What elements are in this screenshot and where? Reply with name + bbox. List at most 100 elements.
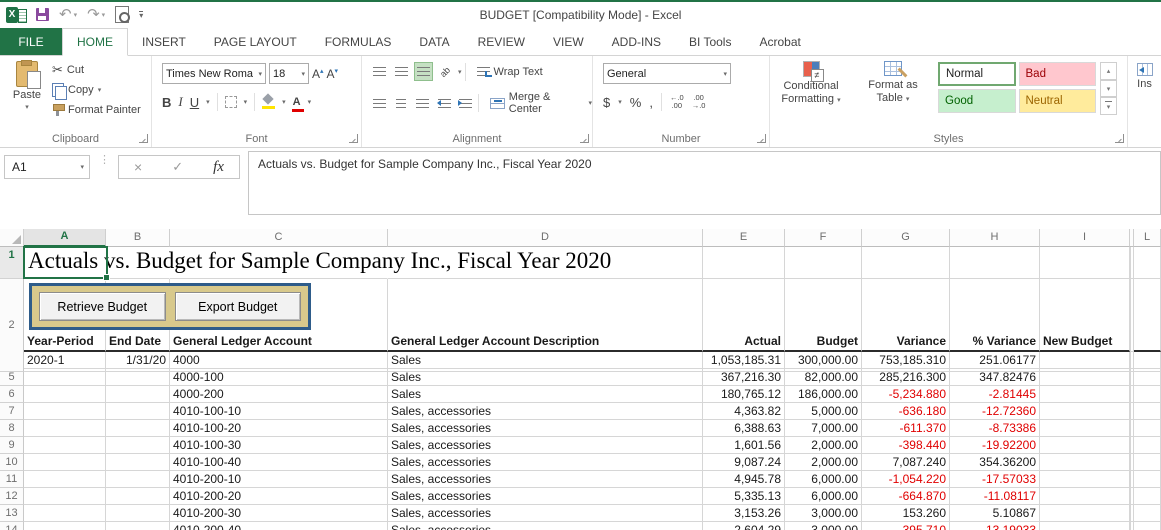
cell-new-budget[interactable] (1040, 420, 1130, 437)
cell-new-budget[interactable] (1040, 471, 1130, 488)
tab-bi-tools[interactable]: BI Tools (675, 28, 745, 55)
align-left-button[interactable] (370, 94, 389, 113)
underline-button[interactable]: U (190, 95, 199, 110)
cell-gl-description[interactable]: Sales, accessories (388, 403, 703, 420)
cell-year-period[interactable] (24, 454, 106, 471)
header-pct-variance[interactable]: % Variance (950, 334, 1040, 352)
cell-end-date[interactable] (106, 454, 170, 471)
font-dialog-launcher[interactable] (349, 134, 358, 143)
format-as-table-button[interactable]: Format asTable ▾ (854, 61, 932, 106)
cell-pct-variance[interactable]: -12.72360 (950, 403, 1040, 420)
decrease-indent-button[interactable] (435, 94, 454, 113)
font-name-dropdown-icon[interactable]: ▾ (258, 70, 262, 78)
cell-gl-account[interactable]: 4010-100-40 (170, 454, 388, 471)
cell-actual[interactable]: 367,216.30 (703, 369, 785, 386)
row-number-1[interactable]: 1 (0, 247, 24, 279)
increase-decimal-button[interactable]: ←.0.00 (670, 94, 684, 110)
cell-actual[interactable]: 9,087.24 (703, 454, 785, 471)
col-header-d[interactable]: D (388, 229, 703, 247)
copy-dropdown-icon[interactable]: ▾ (98, 86, 102, 94)
fill-color-icon[interactable] (262, 95, 275, 109)
cell-variance[interactable]: 7,087.240 (862, 454, 950, 471)
name-box[interactable]: A1 ▾ (4, 155, 90, 179)
row-number[interactable]: 9 (0, 437, 24, 454)
cell-gl-description[interactable]: Sales, accessories (388, 471, 703, 488)
cell-gl-description[interactable]: Sales, accessories (388, 454, 703, 471)
cell-variance[interactable]: 285,216.300 (862, 369, 950, 386)
cell-actual[interactable]: 1,601.56 (703, 437, 785, 454)
align-bottom-button[interactable] (414, 62, 433, 81)
align-center-button[interactable] (392, 94, 411, 113)
cell-pct-variance[interactable]: -8.73386 (950, 420, 1040, 437)
format-painter-button[interactable]: Format Painter (52, 103, 141, 117)
cell-gl-description[interactable]: Sales, accessories (388, 505, 703, 522)
cell-variance[interactable]: 153.260 (862, 505, 950, 522)
style-bad[interactable]: Bad (1019, 62, 1097, 86)
cell-actual[interactable]: 4,363.82 (703, 403, 785, 420)
cell-variance[interactable]: -664.870 (862, 488, 950, 505)
accounting-format-button[interactable]: $ (603, 95, 610, 110)
cell-end-date[interactable]: 1/31/20 (106, 352, 170, 369)
col-header-f[interactable]: F (785, 229, 862, 247)
styles-dialog-launcher[interactable] (1115, 134, 1124, 143)
header-actual[interactable]: Actual (703, 334, 785, 352)
tab-view[interactable]: VIEW (539, 28, 598, 55)
align-middle-button[interactable] (392, 62, 411, 81)
cell-gl-account[interactable]: 4000 (170, 352, 388, 369)
cell-year-period[interactable] (24, 522, 106, 530)
cell-end-date[interactable] (106, 505, 170, 522)
col-header-i[interactable]: I (1040, 229, 1130, 247)
cell-end-date[interactable] (106, 386, 170, 403)
name-box-dropdown-icon[interactable]: ▾ (74, 163, 89, 171)
cell-new-budget[interactable] (1040, 369, 1130, 386)
cell-end-date[interactable] (106, 471, 170, 488)
header-year-period[interactable]: Year-Period (24, 334, 106, 352)
tab-review[interactable]: REVIEW (464, 28, 539, 55)
cancel-entry-button[interactable]: × (134, 159, 142, 175)
cell-gl-description[interactable]: Sales, accessories (388, 420, 703, 437)
col-header-e[interactable]: E (703, 229, 785, 247)
cell-selection-border[interactable] (23, 246, 108, 279)
cell-gl-account[interactable]: 4010-100-20 (170, 420, 388, 437)
col-header-c[interactable]: C (170, 229, 388, 247)
header-gl-description[interactable]: General Ledger Account Description (388, 334, 703, 352)
cell-new-budget[interactable] (1040, 352, 1130, 369)
ft-dropdown-icon[interactable]: ▾ (906, 96, 910, 103)
col-header-g[interactable]: G (862, 229, 950, 247)
header-new-budget[interactable]: New Budget (1040, 334, 1130, 352)
clipboard-dialog-launcher[interactable] (139, 134, 148, 143)
cell-actual[interactable]: 180,765.12 (703, 386, 785, 403)
cell-year-period[interactable] (24, 420, 106, 437)
orientation-button[interactable]: ab (436, 62, 455, 81)
cell-budget[interactable]: 186,000.00 (785, 386, 862, 403)
cell-budget[interactable]: 6,000.00 (785, 471, 862, 488)
cell-pct-variance[interactable]: 347.82476 (950, 369, 1040, 386)
tab-home[interactable]: HOME (62, 28, 128, 56)
cell-actual[interactable]: 3,153.26 (703, 505, 785, 522)
number-format-dropdown-icon[interactable]: ▾ (723, 70, 727, 78)
cell-pct-variance[interactable]: -11.08117 (950, 488, 1040, 505)
header-gl-account[interactable]: General Ledger Account (170, 334, 388, 352)
style-normal[interactable]: Normal (938, 62, 1016, 86)
grow-font-button[interactable]: A▴ (312, 67, 324, 81)
cell-variance[interactable]: -611.370 (862, 420, 950, 437)
cell-variance[interactable]: -5,234.880 (862, 386, 950, 403)
shrink-font-button[interactable]: A▾ (327, 67, 339, 81)
cell-budget[interactable]: 2,000.00 (785, 454, 862, 471)
conditional-formatting-button[interactable]: ConditionalFormatting ▾ (772, 61, 850, 107)
tab-formulas[interactable]: FORMULAS (311, 28, 406, 55)
cell-gl-description[interactable]: Sales, accessories (388, 437, 703, 454)
cell-pct-variance[interactable]: 354.36200 (950, 454, 1040, 471)
cell-gl-account[interactable]: 4010-200-20 (170, 488, 388, 505)
underline-dropdown-icon[interactable]: ▾ (206, 98, 210, 106)
style-good[interactable]: Good (938, 89, 1016, 113)
cell-year-period[interactable] (24, 437, 106, 454)
cell-end-date[interactable] (106, 437, 170, 454)
cell-gl-account[interactable]: 4000-100 (170, 369, 388, 386)
tab-data[interactable]: DATA (405, 28, 463, 55)
cell-gl-description[interactable]: Sales (388, 352, 703, 369)
style-neutral[interactable]: Neutral (1019, 89, 1097, 113)
export-budget-button[interactable]: Export Budget (175, 292, 302, 321)
borders-icon[interactable] (225, 96, 237, 108)
cell-end-date[interactable] (106, 488, 170, 505)
